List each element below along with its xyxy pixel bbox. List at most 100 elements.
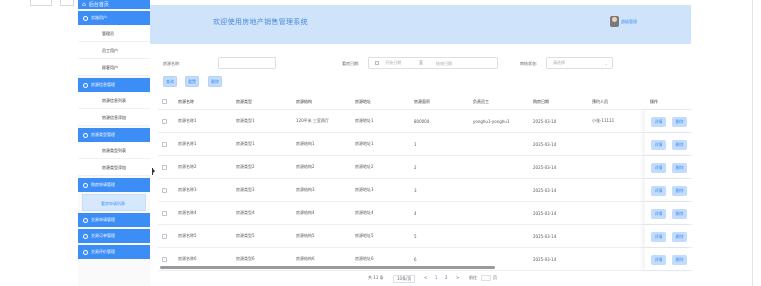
page-unit-label: 页 bbox=[493, 275, 497, 280]
sidebar-group-label: 交易评价管理 bbox=[91, 249, 115, 254]
row-delete-button[interactable]: 删除 bbox=[672, 117, 687, 127]
row-checkbox[interactable] bbox=[162, 179, 167, 201]
sidebar-group-trade-order[interactable]: 交易订单管理 bbox=[78, 229, 150, 243]
goto-label: 前往 bbox=[469, 275, 477, 280]
row-checkbox[interactable] bbox=[162, 133, 167, 155]
checkbox-box bbox=[162, 187, 167, 193]
row-checkbox[interactable] bbox=[162, 110, 167, 132]
header-house-structure: 房源结构 bbox=[296, 98, 312, 104]
username[interactable]: 超级管理 bbox=[621, 19, 637, 25]
date-range-separator: 至 bbox=[419, 60, 423, 65]
sidebar: ⌂ 后台首页 实施用户 管理员 员工用户 顾客用户 房源信息管理 房源信息列表 … bbox=[78, 0, 150, 286]
app-root: ⌂ 后台首页 实施用户 管理员 员工用户 顾客用户 房源信息管理 房源信息列表 … bbox=[0, 0, 761, 286]
delete-button[interactable]: 删除 bbox=[208, 76, 222, 87]
select-all-checkbox[interactable] bbox=[162, 94, 167, 109]
cell-house-area: 4 bbox=[414, 210, 417, 216]
cell-purchase-date: 2025-03-10 bbox=[533, 118, 557, 124]
page-size-select[interactable]: 10条/页 bbox=[393, 275, 416, 283]
prev-page-button[interactable]: < bbox=[424, 275, 427, 280]
top-header: 欢迎使用房地产销售管理系统 超级管理 bbox=[150, 5, 691, 44]
sidebar-item-viewing-list[interactable]: 看房申请列表 bbox=[82, 194, 146, 211]
cell-purchase-date: 2025-03-14 bbox=[533, 187, 557, 193]
header-actions: 操作 bbox=[650, 98, 658, 104]
cell-house-area: 3 bbox=[414, 187, 417, 193]
row-delete-button[interactable]: 删除 bbox=[672, 232, 687, 242]
table-row: 房源名称3 房源类型3 房源结构3 房源地址3 3 2025-03-14 详情 删除 bbox=[158, 179, 692, 202]
checkbox-box bbox=[162, 99, 167, 104]
sidebar-item-staff[interactable]: 员工用户 bbox=[78, 42, 150, 59]
header-booking-person: 预约人员 bbox=[592, 98, 608, 104]
cell-house-address: 房源地址1 bbox=[355, 118, 374, 123]
detail-button[interactable]: 详情 bbox=[651, 232, 666, 242]
cell-house-type: 房源类型1 bbox=[236, 141, 255, 146]
header-staff: 负责员工 bbox=[473, 98, 489, 104]
sidebar-group-users[interactable]: 实施用户 bbox=[78, 11, 150, 25]
sidebar-item-house-add[interactable]: 房源信息添加 bbox=[78, 109, 150, 126]
horizontal-scrollbar[interactable] bbox=[160, 266, 495, 269]
page-number[interactable]: 1 bbox=[435, 275, 438, 280]
sidebar-item-admin[interactable]: 管理员 bbox=[78, 25, 150, 42]
sidebar-item-customer[interactable]: 顾客用户 bbox=[78, 59, 150, 76]
scrollbar-track bbox=[752, 0, 753, 286]
user-icon bbox=[83, 15, 88, 21]
cell-house-type: 房源类型5 bbox=[236, 233, 255, 238]
sidebar-group-label: 房源类型管理 bbox=[91, 132, 115, 137]
sidebar-group-purchase[interactable]: 购房申请管理 bbox=[78, 178, 150, 192]
row-delete-button[interactable]: 删除 bbox=[672, 140, 687, 150]
cell-house-area: 2 bbox=[414, 164, 417, 170]
table-row: 房源名称1 房源类型1 房源结构1 房源地址1 1 2025-03-14 详情 删除 bbox=[158, 133, 692, 156]
sidebar-group-trade-review[interactable]: 交易评价管理 bbox=[78, 245, 150, 259]
sidebar-group-trade-apply[interactable]: 交易申请管理 bbox=[78, 213, 150, 227]
cell-house-name: 房源名称3 bbox=[178, 187, 197, 192]
cell-house-address: 房源地址2 bbox=[355, 164, 374, 169]
row-checkbox[interactable] bbox=[162, 156, 167, 178]
sidebar-item-type-list[interactable]: 房源类型列表 bbox=[78, 142, 150, 159]
detail-button[interactable]: 详情 bbox=[651, 117, 666, 127]
table-row: 房源名称1 房源类型1 120平米 三室两厅 房源地址1 800000 yonghu1-y… bbox=[158, 110, 692, 133]
detail-button[interactable]: 详情 bbox=[651, 163, 666, 173]
row-delete-button[interactable]: 删除 bbox=[672, 163, 687, 173]
cell-house-name: 房源名称5 bbox=[178, 233, 197, 238]
row-delete-button[interactable]: 删除 bbox=[672, 255, 687, 265]
search-button[interactable]: 查询 bbox=[163, 76, 177, 87]
date-range-picker[interactable]: 开始日期 bbox=[368, 57, 498, 69]
cell-purchase-date: 2025-03-14 bbox=[533, 141, 557, 147]
avatar[interactable] bbox=[610, 16, 619, 27]
detail-button[interactable]: 详情 bbox=[651, 186, 666, 196]
page-number[interactable]: 2 bbox=[445, 275, 448, 280]
data-table: 房源名称 房源类型 房源结构 房源地址 房源面积 负责员工 购房日期 预约人员 … bbox=[158, 94, 692, 271]
sidebar-item-type-add[interactable]: 房源类型添加 bbox=[78, 159, 150, 176]
row-checkbox[interactable] bbox=[162, 225, 167, 247]
checkbox-box bbox=[162, 256, 167, 262]
detail-button[interactable]: 详情 bbox=[651, 255, 666, 265]
calendar-icon bbox=[375, 61, 379, 65]
row-delete-button[interactable]: 删除 bbox=[672, 186, 687, 196]
next-page-button[interactable]: > bbox=[456, 275, 459, 280]
sidebar-group-house-type[interactable]: 房源类型管理 bbox=[78, 128, 150, 142]
sidebar-item-house-list[interactable]: 房源信息列表 bbox=[78, 92, 150, 109]
row-actions: 详情 删除 bbox=[645, 225, 692, 247]
row-checkbox[interactable] bbox=[162, 202, 167, 224]
header-house-name: 房源名称 bbox=[178, 98, 194, 104]
sidebar-group-label: 交易申请管理 bbox=[91, 217, 115, 222]
cell-house-structure: 房源结构5 bbox=[296, 233, 315, 238]
checkbox-box bbox=[162, 233, 167, 239]
sidebar-group-house-info[interactable]: 房源信息管理 bbox=[78, 78, 150, 92]
date-end-placeholder: 结束日期 bbox=[436, 61, 452, 66]
sidebar-group-label: 房源信息管理 bbox=[91, 82, 115, 87]
detail-button[interactable]: 详情 bbox=[651, 140, 666, 150]
detail-button[interactable]: 详情 bbox=[651, 209, 666, 219]
header-house-area: 房源面积 bbox=[414, 98, 430, 104]
row-delete-button[interactable]: 删除 bbox=[672, 209, 687, 219]
sidebar-home-label: 后台首页 bbox=[88, 2, 109, 8]
cell-house-name: 房源名称1 bbox=[178, 118, 197, 123]
status-select[interactable]: 请选择 ⌄ bbox=[546, 57, 613, 69]
cell-house-address: 房源地址3 bbox=[355, 187, 374, 192]
checkbox-box bbox=[162, 118, 167, 124]
table-row: 房源名称5 房源类型5 房源结构5 房源地址5 5 2025-03-14 详情 删除 bbox=[158, 225, 692, 248]
cell-house-address: 房源地址5 bbox=[355, 233, 374, 238]
sidebar-home[interactable]: ⌂ 后台首页 bbox=[78, 0, 150, 9]
cell-house-address: 房源地址4 bbox=[355, 210, 374, 215]
reset-button[interactable]: 重置 bbox=[185, 76, 199, 87]
house-name-input[interactable] bbox=[218, 57, 276, 69]
